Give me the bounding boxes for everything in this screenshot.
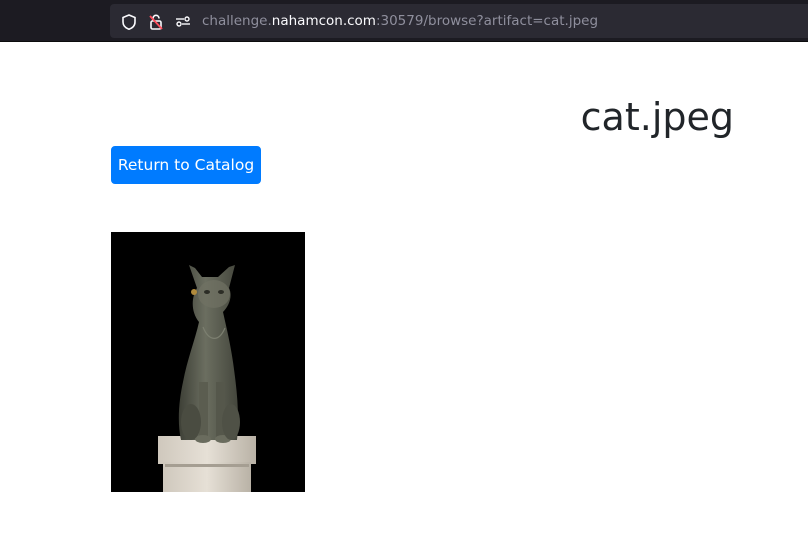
url-text[interactable]: challenge.nahamcon.com:30579/browse?arti… <box>202 13 598 29</box>
page-title: cat.jpeg <box>580 95 734 139</box>
lock-warning-icon[interactable] <box>147 13 165 31</box>
shield-icon[interactable] <box>120 13 138 31</box>
return-to-catalog-button[interactable]: Return to Catalog <box>111 146 261 184</box>
url-suffix: :30579/browse?artifact=cat.jpeg <box>375 13 599 29</box>
url-prefix: challenge. <box>202 13 272 29</box>
artifact-image <box>111 232 305 492</box>
permissions-icon[interactable] <box>174 13 192 31</box>
cat-statue-image <box>111 232 305 492</box>
browser-toolbar: challenge.nahamcon.com:30579/browse?arti… <box>0 0 808 42</box>
url-host: nahamcon.com <box>271 13 376 29</box>
address-bar[interactable]: challenge.nahamcon.com:30579/browse?arti… <box>110 4 808 38</box>
